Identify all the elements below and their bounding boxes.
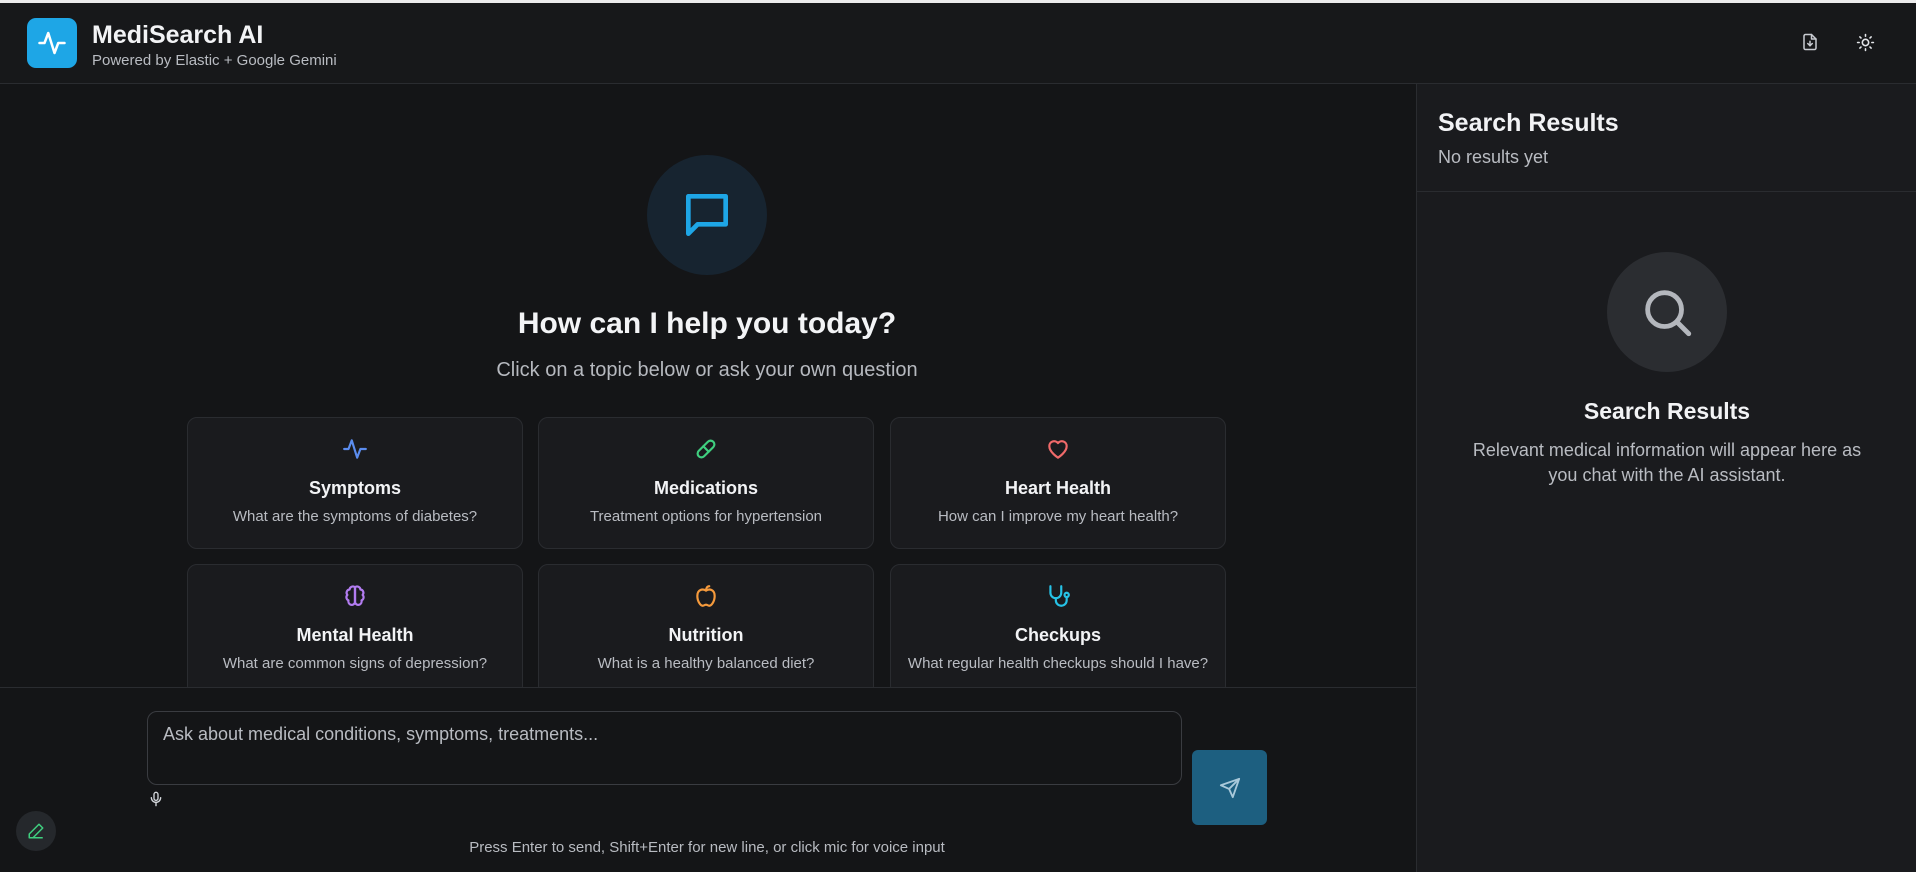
file-download-icon xyxy=(1803,33,1817,51)
topic-question: What regular health checkups should I ha… xyxy=(907,655,1209,672)
heart-icon xyxy=(1048,440,1068,459)
results-empty-title: Search Results xyxy=(1583,398,1751,424)
activity-pulse-icon xyxy=(38,31,66,55)
app-root: MediSearch AI Powered by Elastic + Googl… xyxy=(0,0,1916,872)
voice-input-button[interactable] xyxy=(145,787,167,811)
apple-icon xyxy=(696,585,716,607)
topic-question: Treatment options for hypertension xyxy=(589,508,823,525)
results-empty-icon-circle xyxy=(1607,252,1727,372)
results-empty-description: Relevant medical information will appear… xyxy=(1472,440,1862,485)
pencil-icon xyxy=(28,823,44,839)
search-results-panel: Search Results No results yet Search Res… xyxy=(1416,84,1916,872)
topic-card-mental-health[interactable]: Mental Health What are common signs of d… xyxy=(187,564,523,696)
topic-card-nutrition[interactable]: Nutrition What is a healthy balanced die… xyxy=(538,564,874,696)
send-icon xyxy=(1219,777,1240,798)
topic-title: Mental Health xyxy=(296,625,414,645)
topic-question: What is a healthy balanced diet? xyxy=(597,655,815,672)
export-button[interactable] xyxy=(1797,29,1823,55)
message-input[interactable] xyxy=(147,711,1182,785)
activity-pulse-icon xyxy=(343,439,367,459)
topic-card-medications[interactable]: Medications Treatment options for hypert… xyxy=(538,417,874,549)
topic-title: Medications xyxy=(653,478,759,498)
app-title: MediSearch AI xyxy=(92,21,264,49)
new-chat-button[interactable] xyxy=(16,811,56,851)
app-logo xyxy=(27,18,77,68)
topic-title: Heart Health xyxy=(1004,478,1112,498)
results-panel-title: Search Results xyxy=(1438,109,1619,137)
send-button[interactable] xyxy=(1192,750,1267,825)
app-header: MediSearch AI Powered by Elastic + Googl… xyxy=(0,3,1916,84)
app-subtitle: Powered by Elastic + Google Gemini xyxy=(92,52,337,69)
welcome-title: How can I help you today? xyxy=(517,307,897,340)
search-icon xyxy=(1645,290,1692,337)
topic-title: Nutrition xyxy=(668,625,744,645)
topic-title: Checkups xyxy=(1014,625,1102,645)
stethoscope-icon xyxy=(1049,585,1070,607)
topic-title: Symptoms xyxy=(308,478,402,498)
brain-icon xyxy=(345,585,365,606)
topic-question: How can I improve my heart health? xyxy=(937,508,1179,525)
topic-card-symptoms[interactable]: Symptoms What are the symptoms of diabet… xyxy=(187,417,523,549)
chat-bubble-icon xyxy=(686,194,728,237)
topic-question: What are common signs of depression? xyxy=(222,655,488,672)
pill-icon xyxy=(696,439,716,459)
message-composer: Press Enter to send, Shift+Enter for new… xyxy=(0,687,1416,872)
sun-icon xyxy=(1856,33,1874,51)
microphone-icon xyxy=(150,791,162,807)
theme-toggle-button[interactable] xyxy=(1852,29,1878,55)
topic-card-checkups[interactable]: Checkups What regular health checkups sh… xyxy=(890,564,1226,696)
composer-hint: Press Enter to send, Shift+Enter for new… xyxy=(469,839,945,856)
results-status: No results yet xyxy=(1438,147,1549,167)
welcome-subtitle: Click on a topic below or ask your own q… xyxy=(496,359,918,381)
welcome-icon-circle xyxy=(647,155,767,275)
topic-card-heart-health[interactable]: Heart Health How can I improve my heart … xyxy=(890,417,1226,549)
topic-question: What are the symptoms of diabetes? xyxy=(232,508,478,525)
results-panel-header: Search Results No results yet xyxy=(1417,84,1916,192)
